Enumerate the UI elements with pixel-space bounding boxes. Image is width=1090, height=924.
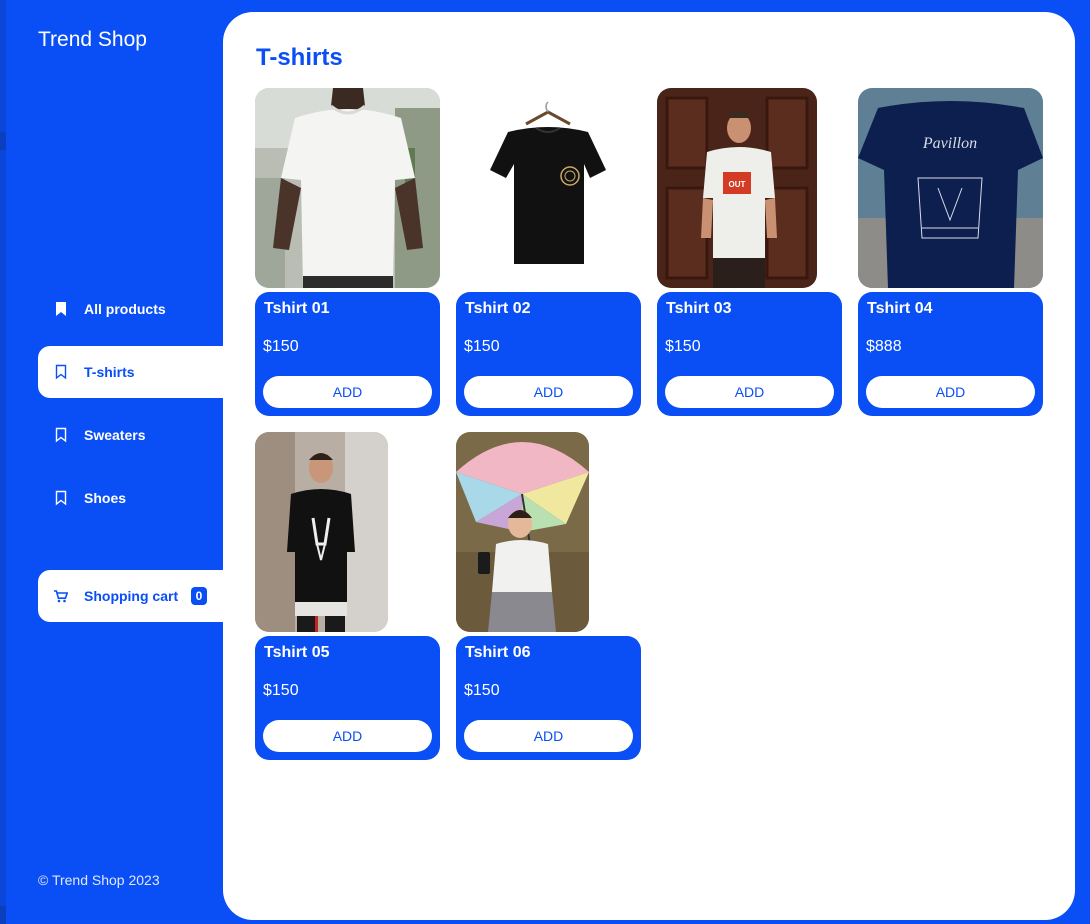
cart-count-badge: 0 <box>191 587 207 605</box>
copyright-text: © Trend Shop 2023 <box>38 872 160 888</box>
sidebar-item-shoes[interactable]: Shoes <box>38 472 223 524</box>
sidebar-item-sweaters[interactable]: Sweaters <box>38 409 223 461</box>
product-info: Tshirt 01 $150 ADD <box>255 292 440 416</box>
svg-text:Pavillon: Pavillon <box>922 135 977 152</box>
product-name: Tshirt 04 <box>867 300 933 317</box>
sidebar-item-tshirts[interactable]: T-shirts <box>38 346 223 398</box>
sidebar-item-label: Shoes <box>84 490 127 506</box>
product-name: Tshirt 01 <box>264 300 330 317</box>
bookmark-icon <box>38 490 84 506</box>
sidebar-item-label: T-shirts <box>84 364 135 380</box>
product-image[interactable]: OUT <box>657 88 817 288</box>
product-price: $150 <box>464 338 500 355</box>
add-to-cart-button[interactable]: ADD <box>263 720 432 752</box>
add-to-cart-button[interactable]: ADD <box>665 376 834 408</box>
sidebar-item-label: Shopping cart <box>84 588 179 604</box>
add-to-cart-button[interactable]: ADD <box>263 376 432 408</box>
shopping-cart-button[interactable]: Shopping cart 0 <box>38 570 223 622</box>
product-name: Tshirt 02 <box>465 300 531 317</box>
bookmark-icon <box>38 364 84 380</box>
product-price: $150 <box>665 338 701 355</box>
add-to-cart-button[interactable]: ADD <box>464 376 633 408</box>
add-to-cart-button[interactable]: ADD <box>464 720 633 752</box>
product-image[interactable] <box>255 88 440 288</box>
product-info: Tshirt 03 $150 ADD <box>657 292 842 416</box>
svg-text:OUT: OUT <box>729 180 746 189</box>
product-price: $150 <box>263 682 299 699</box>
brand-logo[interactable]: Trend Shop <box>38 28 147 52</box>
product-info: Tshirt 04 $888 ADD <box>858 292 1043 416</box>
sidebar: Trend Shop All products T-shirts Sweater… <box>0 0 224 924</box>
product-image[interactable] <box>456 432 589 632</box>
cart-icon <box>38 589 84 603</box>
product-image[interactable] <box>255 432 388 632</box>
product-info: Tshirt 02 $150 ADD <box>456 292 641 416</box>
sidebar-item-label: All products <box>84 301 166 317</box>
main-panel: T-shirts Tshirt 01 $150 ADD Tshirt 02 $1… <box>223 12 1075 920</box>
product-price: $150 <box>263 338 299 355</box>
product-price: $150 <box>464 682 500 699</box>
bookmark-icon <box>38 427 84 443</box>
product-info: Tshirt 06 $150 ADD <box>456 636 641 760</box>
page-title: T-shirts <box>256 44 343 71</box>
bookmark-filled-icon <box>38 301 84 317</box>
product-name: Tshirt 05 <box>264 644 330 661</box>
product-info: Tshirt 05 $150 ADD <box>255 636 440 760</box>
product-image[interactable]: Pavillon <box>858 88 1043 288</box>
add-to-cart-button[interactable]: ADD <box>866 376 1035 408</box>
product-image[interactable] <box>456 88 641 288</box>
product-price: $888 <box>866 338 902 355</box>
product-name: Tshirt 06 <box>465 644 531 661</box>
sidebar-item-all-products[interactable]: All products <box>38 283 223 335</box>
product-name: Tshirt 03 <box>666 300 732 317</box>
sidebar-item-label: Sweaters <box>84 427 146 443</box>
